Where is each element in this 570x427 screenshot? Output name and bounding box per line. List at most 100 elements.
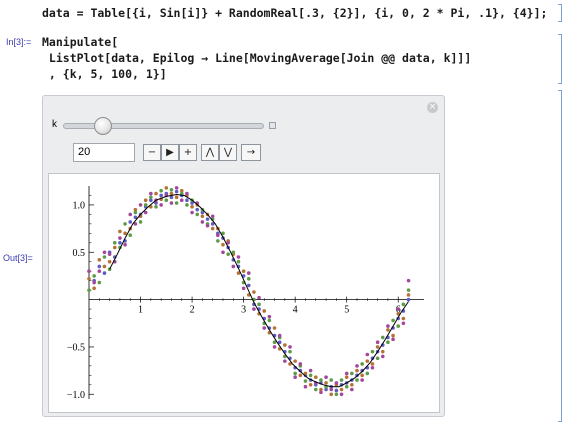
data-point: [334, 381, 339, 385]
data-point: [174, 201, 179, 205]
data-point: [102, 250, 107, 255]
data-point: [344, 375, 349, 380]
data-point: [143, 203, 148, 207]
data-point: [231, 250, 236, 255]
data-point: [118, 229, 122, 234]
data-point: [92, 274, 96, 278]
data-point: [149, 191, 153, 196]
data-point: [334, 392, 339, 397]
increment-button[interactable]: +: [179, 144, 197, 161]
data-point: [386, 324, 390, 328]
data-point: [174, 195, 179, 200]
k-value-field[interactable]: 20: [73, 143, 135, 162]
data-point: [406, 293, 411, 297]
data-point: [329, 387, 334, 392]
data-point: [283, 359, 287, 363]
data-point: [365, 371, 370, 376]
play-button[interactable]: ▶: [161, 144, 179, 161]
data-point: [406, 297, 411, 302]
data-point: [87, 276, 91, 281]
data-point: [329, 378, 334, 382]
data-point: [406, 288, 411, 292]
x-tick-label: 4: [293, 305, 298, 316]
data-point: [360, 362, 364, 366]
control-label-k: k: [52, 119, 57, 130]
data-point: [355, 368, 359, 373]
x-tick-label: 2: [190, 305, 195, 316]
close-icon[interactable]: ×: [427, 102, 438, 113]
input-line-1[interactable]: Manipulate[: [42, 35, 118, 49]
data-point: [92, 280, 96, 285]
data-point: [401, 302, 406, 307]
data-point: [324, 375, 328, 380]
data-point: [216, 239, 220, 243]
data-point: [386, 340, 390, 344]
output-cell-bracket[interactable]: [558, 90, 562, 422]
data-point: [159, 193, 163, 198]
data-point: [210, 226, 215, 231]
data-point: [262, 326, 267, 330]
data-point: [231, 264, 236, 269]
data-point: [355, 378, 359, 382]
data-point: [360, 378, 364, 382]
data-point: [97, 280, 102, 285]
data-point: [339, 378, 344, 382]
data-point: [308, 383, 313, 387]
data-point: [252, 307, 256, 311]
data-point: [350, 371, 354, 376]
data-point: [344, 384, 349, 389]
data-point: [97, 269, 102, 273]
data-point: [252, 290, 256, 294]
direction-button[interactable]: →: [241, 144, 261, 161]
data-point: [154, 191, 158, 196]
data-point: [164, 198, 169, 202]
data-point: [355, 364, 359, 368]
data-point: [386, 328, 390, 332]
data-definition-line[interactable]: data = Table[{i, Sin[i]} + RandomReal[.3…: [42, 6, 547, 20]
slider-expand-icon[interactable]: [269, 122, 276, 129]
data-point: [159, 188, 163, 193]
data-point: [241, 269, 246, 273]
data-point: [118, 236, 122, 240]
data-point: [185, 198, 189, 202]
k-slider-thumb[interactable]: [94, 117, 112, 135]
input-line-2[interactable]: ListPlot[data, Epilog → Line[MovingAvera…: [42, 51, 471, 65]
data-point: [375, 340, 380, 344]
data-point: [200, 214, 205, 219]
data-point: [133, 210, 138, 215]
data-point: [241, 286, 246, 291]
data-point: [205, 223, 210, 228]
data-point: [102, 264, 107, 269]
cell-bracket[interactable]: [558, 4, 562, 22]
data-point: [246, 276, 251, 281]
data-point: [190, 205, 194, 209]
faster-button[interactable]: ⋀: [201, 144, 219, 161]
data-point: [154, 205, 158, 209]
data-point: [87, 288, 91, 292]
data-point: [350, 387, 354, 392]
data-point: [396, 307, 401, 311]
input-line-3[interactable]: , {k, 5, 100, 1}]: [42, 67, 167, 81]
data-point: [236, 255, 241, 259]
data-point: [288, 349, 292, 354]
data-point: [169, 187, 174, 192]
data-point: [319, 390, 323, 395]
input-cell-bracket[interactable]: [558, 34, 562, 84]
data-point: [324, 381, 328, 385]
decrement-button[interactable]: −: [143, 144, 161, 161]
data-point: [102, 255, 107, 259]
data-point: [293, 375, 297, 380]
data-point: [267, 318, 272, 323]
data-point: [179, 198, 184, 202]
data-point: [112, 241, 117, 245]
data-point: [339, 392, 344, 397]
data-point: [360, 373, 364, 378]
data-point: [123, 242, 127, 247]
data-point: [334, 388, 339, 393]
y-tick-label: −1.0: [67, 390, 85, 401]
data-point: [118, 241, 122, 245]
data-point: [221, 250, 225, 255]
slower-button[interactable]: ⋁: [219, 144, 237, 161]
data-point: [97, 258, 102, 262]
data-point: [277, 333, 282, 338]
